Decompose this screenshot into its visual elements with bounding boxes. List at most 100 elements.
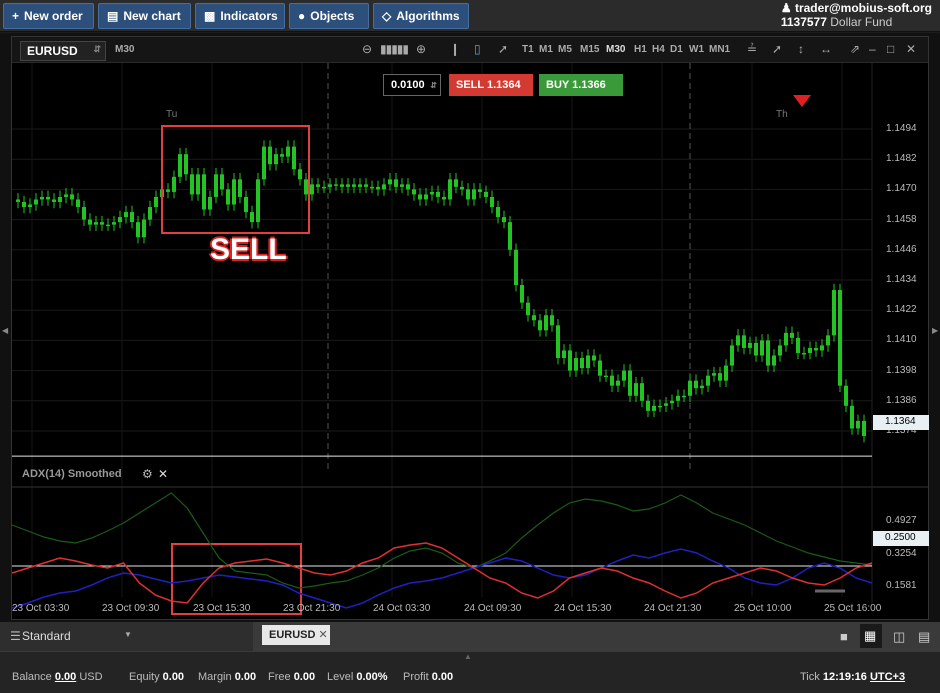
timeframe-h1[interactable]: H1 <box>634 44 647 55</box>
chevron-down-icon[interactable]: ▼ <box>124 630 132 639</box>
candle-body <box>784 332 788 346</box>
timeframe-d1[interactable]: D1 <box>670 44 683 55</box>
candle-body <box>106 224 110 227</box>
candle-body <box>550 315 554 326</box>
zoom-slider[interactable]: ▮▮▮▮▮ <box>380 42 409 56</box>
candle-body <box>328 184 332 187</box>
layout-select[interactable]: Standard <box>22 629 71 643</box>
account-fund: Dollar Fund <box>830 15 893 29</box>
layout-columns-icon[interactable]: ◫ <box>893 629 905 645</box>
gear-icon[interactable]: ⚙ <box>142 467 153 481</box>
candles-icon[interactable]: ▯ <box>474 42 481 56</box>
candle-body <box>676 395 680 401</box>
maximize-icon[interactable]: □ <box>887 42 894 56</box>
new-order-button[interactable]: + New order <box>3 3 94 29</box>
candle-body <box>130 212 134 223</box>
zoom-out-icon[interactable]: ⊖ <box>362 42 372 56</box>
layout-single-icon[interactable]: ■ <box>840 629 848 644</box>
candle-body <box>154 196 158 208</box>
candle-body <box>778 345 782 356</box>
candle-body <box>544 315 548 331</box>
candle-body <box>604 375 608 378</box>
symbol-select[interactable]: EURUSD ⇵ <box>20 41 106 61</box>
diamond-icon: ◇ <box>382 9 392 23</box>
candle-body <box>724 365 728 381</box>
timeframe-w1[interactable]: W1 <box>689 44 704 55</box>
candle-body <box>52 199 56 202</box>
menu-icon[interactable]: ☰ <box>10 629 21 643</box>
account-info[interactable]: ♟ trader@mobius-soft.org 1137577 Dollar … <box>781 1 932 29</box>
horizontal-line-icon[interactable]: ↔ <box>820 42 832 56</box>
candle-body <box>478 189 482 192</box>
timeframe-mn1[interactable]: MN1 <box>709 44 730 55</box>
tab-strip <box>253 622 940 652</box>
objects-button[interactable]: ● Objects <box>289 3 369 29</box>
timeframe-h4[interactable]: H4 <box>652 44 665 55</box>
candle-body <box>718 373 722 381</box>
candle-body <box>196 174 200 195</box>
account-user: trader@mobius-soft.org <box>794 1 932 15</box>
candle-body <box>802 352 806 355</box>
indicators-menu-icon[interactable]: ≟ <box>747 42 757 56</box>
close-icon[interactable]: ✕ <box>906 42 916 56</box>
line-chart-icon[interactable]: ➚ <box>498 42 508 56</box>
candle-body <box>832 290 836 336</box>
candle-body <box>262 146 266 180</box>
candle-body <box>730 345 734 366</box>
timeframe-m1[interactable]: M1 <box>539 44 553 55</box>
collapse-right-icon[interactable]: ▶ <box>932 326 938 335</box>
candle-body <box>406 184 410 190</box>
candle-body <box>850 405 854 429</box>
algorithms-button[interactable]: ◇ Algorithms <box>373 3 469 29</box>
collapse-up-icon[interactable]: ▲ <box>464 652 472 661</box>
lot-size-input[interactable]: 0.0100 ⇵ <box>383 74 441 96</box>
stepper-icon: ⇵ <box>430 80 437 90</box>
chart-area: ◀ ▶ EURUSD ⇵ M30 ⊖ ▮▮▮▮▮ ⊕ ❙ ▯ ➚ T1 M1 M5 M1… <box>0 33 940 621</box>
zoom-in-icon[interactable]: ⊕ <box>416 42 426 56</box>
timeframe-t1[interactable]: T1 <box>522 44 534 55</box>
candle-body <box>70 194 74 200</box>
candle-body <box>574 358 578 371</box>
sell-button[interactable]: SELL 1.1364 <box>449 74 533 96</box>
indicators-button[interactable]: ▩ Indicators <box>195 3 285 29</box>
candle-body <box>238 179 242 197</box>
timeframe-m15[interactable]: M15 <box>580 44 599 55</box>
price-tick: 1.1422 <box>886 304 917 316</box>
candle-body <box>388 179 392 185</box>
candle-body <box>232 179 236 205</box>
detach-icon[interactable]: ⇗ <box>850 42 860 56</box>
candle-body <box>592 355 596 361</box>
candle-body <box>520 285 524 303</box>
layout-rows-icon[interactable]: ▤ <box>918 629 930 645</box>
candle-body <box>598 360 602 376</box>
indicator-tick: 0.4927 <box>886 515 917 526</box>
tab-eurusd[interactable]: EURUSD ✕ <box>262 625 330 645</box>
collapse-left-icon[interactable]: ◀ <box>2 326 8 335</box>
candle-body <box>682 395 686 398</box>
timezone-select[interactable]: UTC+3 <box>870 671 905 683</box>
candle-body <box>688 380 692 396</box>
remove-indicator-icon[interactable]: ✕ <box>158 467 168 481</box>
timeframe-m30[interactable]: M30 <box>606 44 625 55</box>
price-chart[interactable]: Tu Th <box>12 63 928 619</box>
candle-body <box>658 405 662 408</box>
candle-body <box>670 400 674 404</box>
timeframe-m5[interactable]: M5 <box>558 44 572 55</box>
candle-body <box>214 174 218 197</box>
vertical-line-icon[interactable]: ↕ <box>798 42 804 56</box>
candle-body <box>772 355 776 366</box>
price-tick: 1.1446 <box>886 243 917 255</box>
minimize-icon[interactable]: – <box>869 42 876 56</box>
bar-chart-icon[interactable]: ❙ <box>450 42 460 56</box>
equity: Equity 0.00 <box>129 671 185 683</box>
layout-grid-icon[interactable]: ▦ <box>860 624 882 648</box>
trendline-icon[interactable]: ➚ <box>772 42 782 56</box>
new-chart-button[interactable]: ▤ New chart <box>98 3 191 29</box>
candle-body <box>436 191 440 197</box>
price-tick: 1.1482 <box>886 153 917 165</box>
buy-button[interactable]: BUY 1.1366 <box>539 74 623 96</box>
candle-body <box>376 186 380 190</box>
candle-body <box>76 199 80 208</box>
plus-icon: + <box>12 9 20 23</box>
tab-close-icon[interactable]: ✕ <box>319 629 328 641</box>
